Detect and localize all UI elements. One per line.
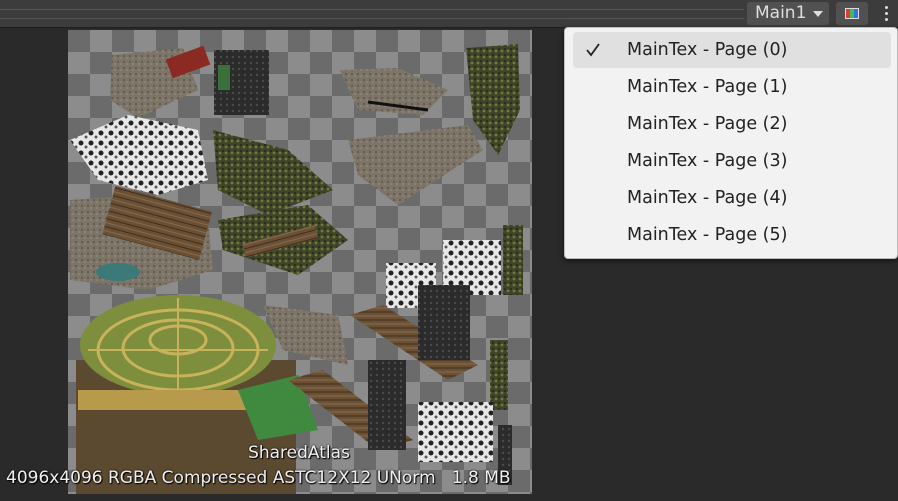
- atlas-info-label: 4096x4096 RGBA Compressed ASTC12X12 UNor…: [6, 468, 511, 488]
- kebab-menu-icon[interactable]: [880, 3, 892, 24]
- atlas-name-label: SharedAtlas: [248, 443, 350, 463]
- rgb-channels-icon: [845, 8, 859, 19]
- menu-item-page-5[interactable]: MainTex - Page (5): [573, 217, 891, 253]
- page-dropdown-menu: MainTex - Page (0) MainTex - Page (1) Ma…: [564, 27, 898, 259]
- chevron-down-icon: [811, 2, 825, 25]
- checkmark-icon: [585, 32, 601, 68]
- rgb-channels-button[interactable]: [836, 2, 868, 25]
- atlas-texture-image: [70, 44, 523, 494]
- menu-item-page-2[interactable]: MainTex - Page (2): [573, 106, 891, 142]
- menu-item-label: MainTex - Page (2): [627, 114, 788, 134]
- menu-item-page-3[interactable]: MainTex - Page (3): [573, 143, 891, 179]
- menu-item-page-1[interactable]: MainTex - Page (1): [573, 69, 891, 105]
- menu-item-label: MainTex - Page (1): [627, 77, 788, 97]
- menu-item-label: MainTex - Page (3): [627, 151, 788, 171]
- menu-item-label: MainTex - Page (0): [627, 40, 788, 60]
- page-dropdown-label: Main1: [755, 3, 807, 23]
- page-dropdown-button[interactable]: Main1: [747, 2, 829, 25]
- preview-toolbar: Main1: [0, 0, 898, 28]
- menu-item-page-0[interactable]: MainTex - Page (0): [573, 32, 891, 68]
- atlas-texture-preview: [68, 30, 532, 494]
- menu-item-page-4[interactable]: MainTex - Page (4): [573, 180, 891, 216]
- toolbar-drag-handle[interactable]: [0, 9, 744, 19]
- menu-item-label: MainTex - Page (4): [627, 188, 788, 208]
- menu-item-label: MainTex - Page (5): [627, 225, 788, 245]
